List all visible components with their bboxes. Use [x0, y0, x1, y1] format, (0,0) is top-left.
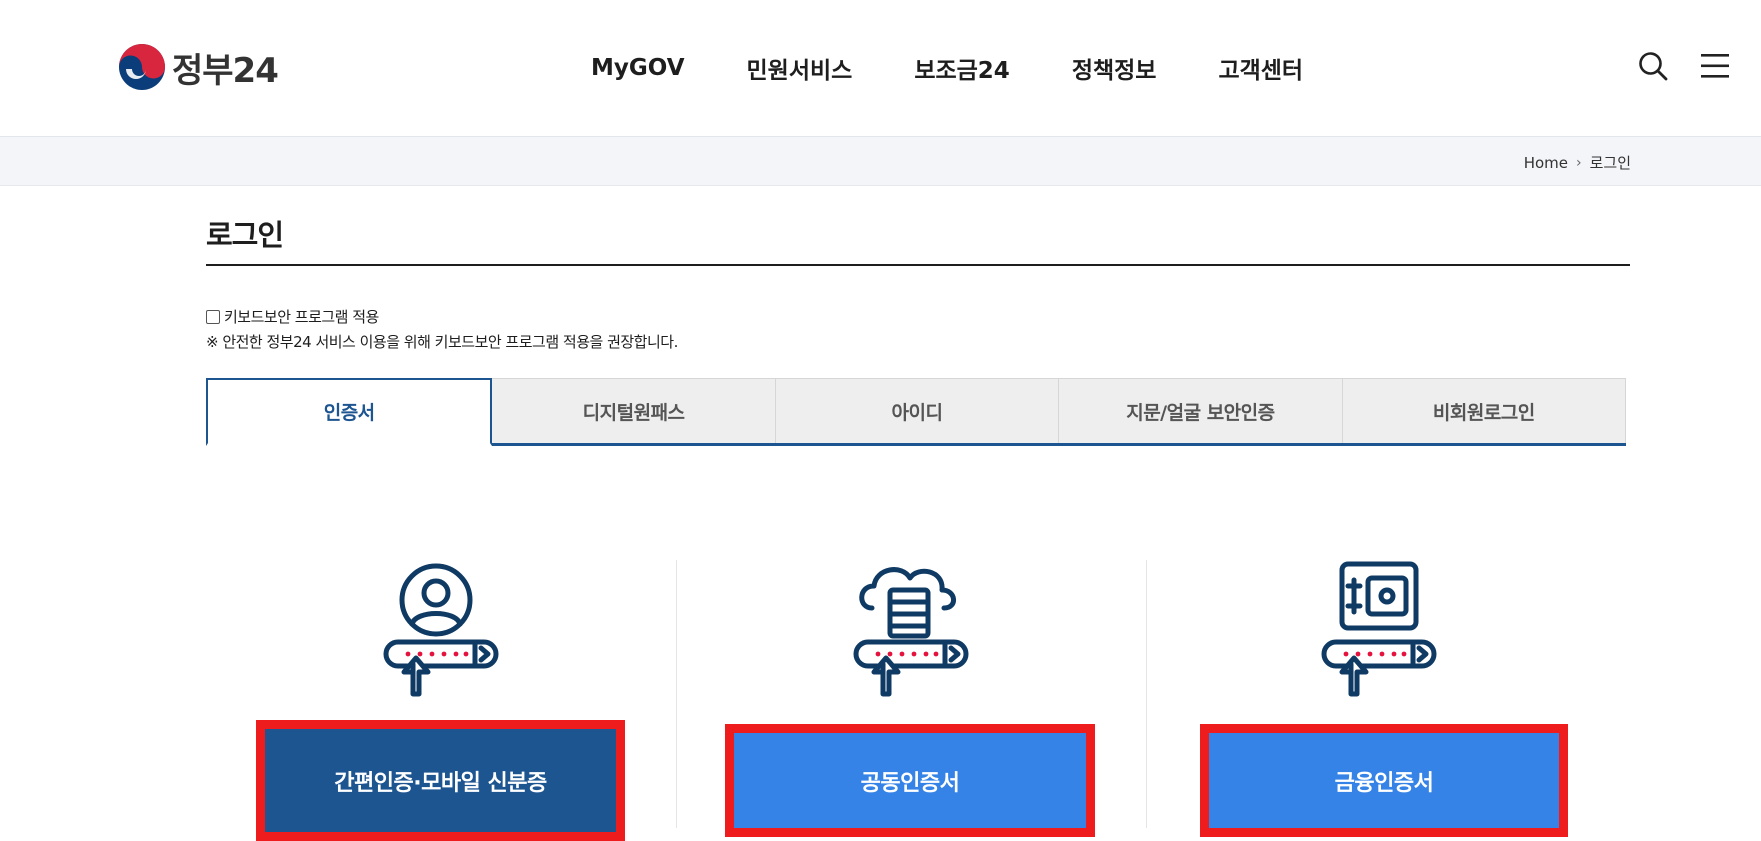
safe-password-icon [1321, 561, 1437, 697]
breadcrumb-bar: Home › 로그인 [0, 137, 1761, 186]
login-method-tabs: 인증서 디지털원패스 아이디 지문/얼굴 보안인증 비회원로그인 [206, 378, 1627, 446]
cloud-server-password-icon [853, 567, 969, 697]
taegeuk-logo-icon [119, 44, 165, 90]
search-button[interactable] [1635, 48, 1671, 84]
keyboard-security-label[interactable]: 키보드보안 프로그램 적용 [224, 306, 379, 327]
tab-id[interactable]: 아이디 [775, 378, 1060, 443]
nav-item-subsidy[interactable]: 보조금24 [883, 51, 1041, 85]
keyboard-security-note: ※ 안전한 정부24 서비스 이용을 위해 키보드보안 프로그램 적용을 권장합… [206, 333, 678, 351]
tab-digital-onepass[interactable]: 디지털원패스 [492, 378, 776, 443]
keyboard-security-option: 키보드보안 프로그램 적용 [206, 306, 379, 327]
card-divider [676, 560, 677, 828]
chevron-right-icon: › [1575, 154, 1582, 171]
header-utilities [1635, 48, 1733, 84]
nav-item-civil-service[interactable]: 민원서비스 [716, 51, 884, 85]
site-header: 정부24 MyGOV 민원서비스 보조금24 정책정보 고객센터 [0, 0, 1761, 137]
title-divider [206, 264, 1630, 266]
search-icon [1639, 52, 1668, 81]
keyboard-security-checkbox[interactable] [206, 309, 220, 324]
joint-certificate-button[interactable]: 공동인증서 [734, 733, 1086, 828]
breadcrumb-home[interactable]: Home [1524, 154, 1568, 172]
site-logo[interactable]: 정부24 [118, 42, 279, 92]
nav-item-customer-center[interactable]: 고객센터 [1187, 51, 1334, 85]
user-password-icon [383, 563, 499, 697]
breadcrumb-current: 로그인 [1589, 154, 1631, 172]
logo-text: 정부24 [172, 50, 279, 91]
hamburger-menu-icon [1701, 54, 1729, 78]
financial-certificate-button[interactable]: 금융인증서 [1209, 733, 1559, 828]
card-divider [1146, 560, 1147, 828]
breadcrumb: Home › 로그인 [1524, 152, 1631, 173]
page-title: 로그인 [206, 218, 284, 252]
menu-button[interactable] [1697, 48, 1733, 84]
nav-item-policy[interactable]: 정책정보 [1041, 51, 1188, 85]
main-nav: MyGOV 민원서비스 보조금24 정책정보 고객센터 [560, 40, 1334, 96]
tab-guest-login[interactable]: 비회원로그인 [1342, 378, 1627, 443]
tab-biometric[interactable]: 지문/얼굴 보안인증 [1059, 378, 1343, 443]
tab-certificate[interactable]: 인증서 [206, 378, 493, 446]
simple-auth-mobile-id-button[interactable]: 간편인증·모바일 신분증 [265, 729, 616, 832]
nav-item-mygov[interactable]: MyGOV [560, 55, 716, 81]
certificate-options: 간편인증·모바일 신분증 공동인증서 금융인증서 [206, 560, 1626, 841]
